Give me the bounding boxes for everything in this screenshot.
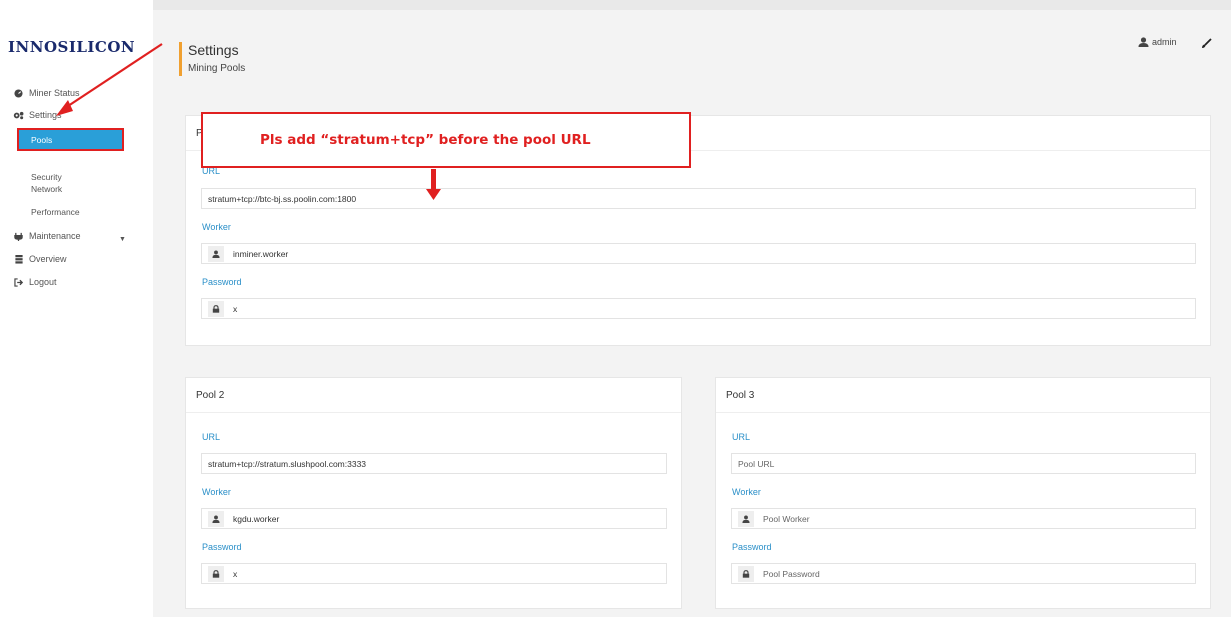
sidebar: INNOSILICON Miner Status Settings Pools …: [0, 0, 153, 617]
sidebar-sub-network[interactable]: Network: [31, 184, 62, 194]
pool-1-worker-input[interactable]: inminer.worker: [201, 243, 1196, 264]
sidebar-sub-pools[interactable]: Pools: [17, 128, 124, 151]
plug-icon: [13, 232, 24, 241]
gears-icon: [13, 111, 24, 120]
pool-2-worker-value: kgdu.worker: [233, 513, 280, 524]
sidebar-item-maintenance[interactable]: Maintenance: [13, 227, 81, 245]
sidebar-item-label: Overview: [29, 254, 67, 264]
pool-2-panel: Pool 2 URL stratum+tcp://stratum.slushpo…: [185, 377, 682, 609]
sidebar-sub-performance[interactable]: Performance: [31, 207, 80, 217]
sidebar-item-miner-status[interactable]: Miner Status: [13, 84, 80, 102]
pool-2-worker-label: Worker: [202, 487, 231, 497]
pool-2-url-label: URL: [202, 432, 221, 442]
main-content: Settings Mining Pools admin Pool 1 URL s…: [153, 0, 1231, 617]
pool-2-worker-input[interactable]: kgdu.worker: [201, 508, 667, 529]
pool-1-worker-label: Worker: [202, 222, 231, 232]
server-icon: [13, 254, 24, 264]
pool-3-password-label: Password: [732, 542, 772, 552]
user-icon: [208, 510, 224, 527]
brand-logo[interactable]: INNOSILICON: [8, 38, 135, 56]
pool-2-title: Pool 2: [186, 378, 681, 413]
pool-3-url-placeholder: Pool URL: [738, 458, 775, 469]
user-icon: [208, 245, 224, 262]
pool-3-worker-input[interactable]: Pool Worker: [731, 508, 1196, 529]
pool-1-password-value: x: [233, 303, 238, 314]
pool-2-password-input[interactable]: x: [201, 563, 667, 584]
page-title: Settings: [188, 42, 239, 58]
pool-2-password-label: Password: [202, 542, 242, 552]
pool-2-url-value: stratum+tcp://stratum.slushpool.com:3333: [208, 458, 367, 469]
lock-icon: [738, 565, 754, 582]
pool-2-url-input[interactable]: stratum+tcp://stratum.slushpool.com:3333: [201, 453, 667, 474]
lock-icon: [208, 565, 224, 582]
pool-3-title: Pool 3: [716, 378, 1210, 413]
sidebar-item-settings[interactable]: Settings: [13, 106, 62, 124]
sidebar-sub-security[interactable]: Security: [31, 172, 62, 182]
pool-3-panel: Pool 3 URL Pool URL Worker Pool Worker P…: [715, 377, 1211, 609]
pool-1-password-label: Password: [202, 277, 242, 287]
sidebar-item-label: Maintenance: [29, 231, 81, 241]
top-strip: [153, 0, 1231, 10]
user-icon: [738, 510, 754, 527]
user-name: admin: [1152, 37, 1177, 47]
lock-icon: [208, 300, 224, 317]
sidebar-item-logout[interactable]: Logout: [13, 273, 57, 291]
annotation-callout: Pls add “stratum+tcp” before the pool UR…: [201, 112, 691, 168]
pool-1-url-input[interactable]: stratum+tcp://btc-bj.ss.poolin.com:1800: [201, 188, 1196, 209]
pool-1-url-value: stratum+tcp://btc-bj.ss.poolin.com:1800: [208, 193, 357, 204]
sidebar-item-overview[interactable]: Overview: [13, 250, 67, 268]
sidebar-item-label: Miner Status: [29, 88, 80, 98]
chevron-down-icon[interactable]: ▼: [119, 236, 126, 243]
user-icon: [1138, 37, 1149, 47]
pool-3-url-label: URL: [732, 432, 751, 442]
sidebar-item-label: Logout: [29, 277, 57, 287]
annotation-text: Pls add “stratum+tcp” before the pool UR…: [260, 132, 591, 148]
pool-3-url-input[interactable]: Pool URL: [731, 453, 1196, 474]
page-subtitle: Mining Pools: [188, 63, 246, 74]
user-menu[interactable]: admin: [1138, 37, 1177, 47]
pool-1-worker-value: inminer.worker: [233, 248, 289, 259]
pool-3-worker-placeholder: Pool Worker: [763, 513, 810, 524]
pool-2-password-value: x: [233, 568, 238, 579]
logout-icon: [13, 277, 24, 287]
pool-1-password-input[interactable]: x: [201, 298, 1196, 319]
dashboard-icon: [13, 88, 24, 98]
pool-3-password-placeholder: Pool Password: [763, 568, 820, 579]
sidebar-item-label: Settings: [29, 110, 62, 120]
pool-3-worker-label: Worker: [732, 487, 761, 497]
brush-icon[interactable]: [1201, 36, 1212, 54]
pool-3-password-input[interactable]: Pool Password: [731, 563, 1196, 584]
header-accent-bar: [179, 42, 182, 76]
